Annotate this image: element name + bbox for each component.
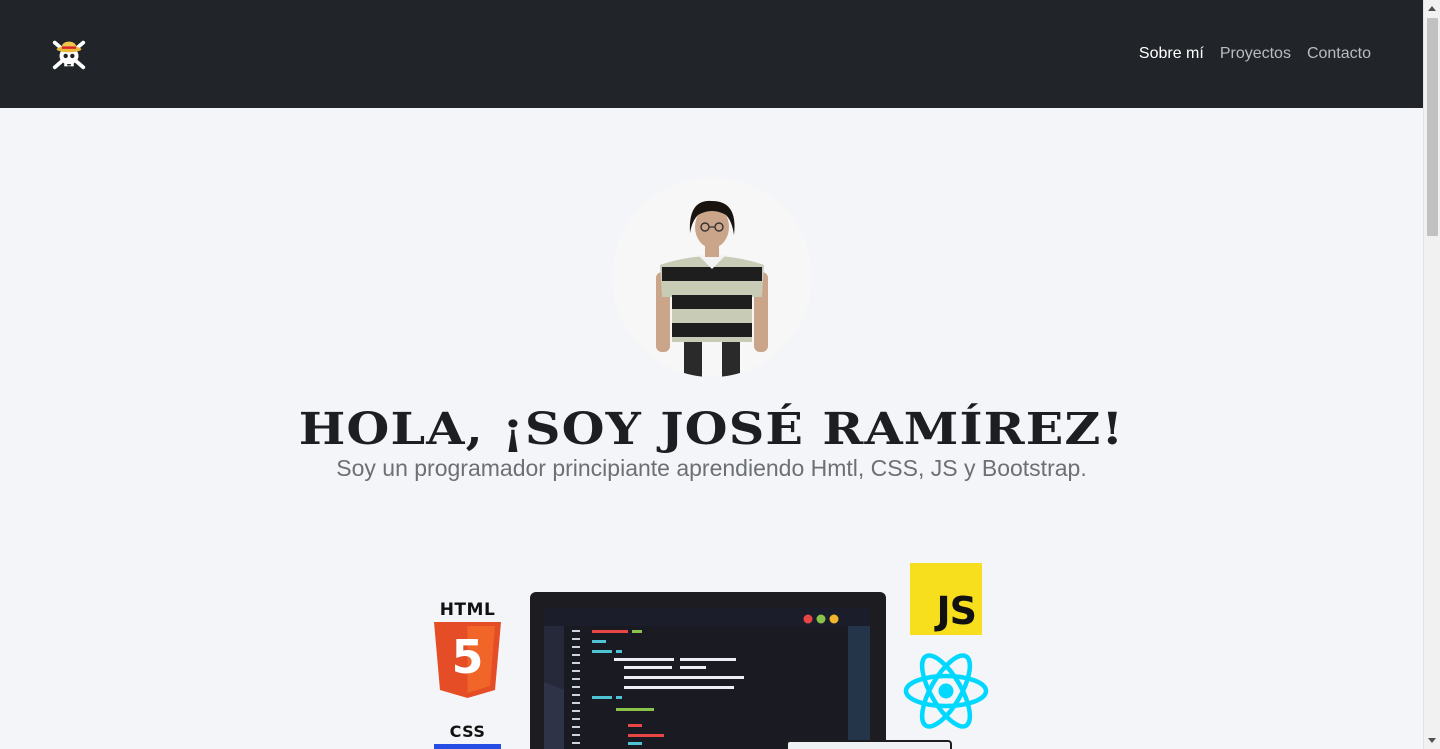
html5-logo: HTML 5 [434, 600, 501, 698]
css3-logo: CSS [434, 722, 501, 749]
straw-hat-skull-icon [52, 40, 86, 70]
html5-shield-icon [434, 622, 501, 698]
scroll-down-arrow-icon[interactable] [1428, 738, 1436, 743]
nav-links: Sobre mí Proyectos Contacto [1139, 45, 1371, 63]
nav-link-contacto[interactable]: Contacto [1307, 45, 1371, 63]
html5-number: 5 [451, 630, 484, 684]
brand-logo-link[interactable] [50, 35, 88, 73]
scroll-up-arrow-icon[interactable] [1428, 6, 1436, 11]
scroll-thumb[interactable] [1427, 18, 1438, 236]
vertical-scrollbar[interactable] [1423, 0, 1440, 749]
js-label: JS [936, 589, 977, 633]
html5-label: HTML [439, 600, 496, 620]
floating-panel [786, 740, 952, 749]
hero-subtitle: Soy un programador principiante aprendie… [336, 455, 1087, 481]
navbar: Sobre mí Proyectos Contacto [0, 0, 1423, 108]
css3-label: CSS [449, 722, 486, 741]
css3-shield-icon [434, 744, 501, 749]
code-editor-illustration [530, 592, 886, 749]
hero-headline: HOLA, ¡SOY JOSÉ RAMÍREZ! [298, 404, 1125, 455]
javascript-logo: JS [910, 563, 982, 635]
react-atom-icon [903, 653, 989, 729]
profile-photo [612, 177, 812, 377]
nav-link-sobre-mi[interactable]: Sobre mí [1139, 45, 1204, 63]
nav-link-proyectos[interactable]: Proyectos [1220, 45, 1291, 63]
